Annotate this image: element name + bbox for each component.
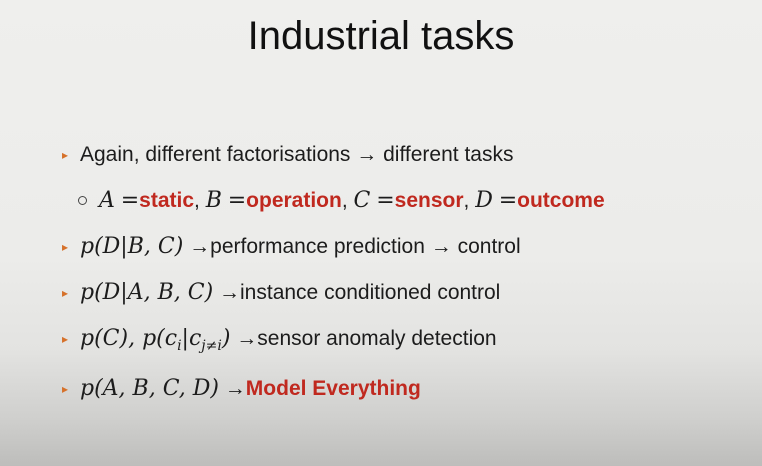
separator: , <box>194 189 200 212</box>
bullet-marker-icon: ▸ <box>62 286 69 300</box>
var-b: B <box>205 188 222 213</box>
label-outcome: outcome <box>517 189 605 212</box>
formula: p(D|A, B, C) <box>80 280 214 305</box>
var-a: A <box>99 188 115 213</box>
bullet-line-3-text: →performance prediction → control <box>189 235 521 258</box>
formula-part: |c <box>181 326 202 351</box>
equals-sign: = <box>376 188 395 213</box>
slide-title: Industrial tasks <box>247 14 515 58</box>
bullet-line-5: p(C), p(ci|cj≠i) →sensor anomaly detecti… <box>80 325 497 360</box>
separator: , <box>341 189 348 212</box>
bullet-line-1: Again, different factorisations → differ… <box>80 141 513 169</box>
bullet-line-5-text: →sensor anomaly detection <box>236 327 497 350</box>
label-operation: operation <box>246 189 342 212</box>
separator: , <box>463 189 470 212</box>
bullet-marker-icon: ▸ <box>62 240 69 254</box>
var-c: C <box>353 188 371 213</box>
formula: p(C), p(ci|cj≠i) <box>80 326 231 354</box>
bullet-marker-icon: ▸ <box>62 148 69 162</box>
equals-sign: = <box>120 188 140 213</box>
sub-bullet-line: A =static, B =operation, C =sensor, D =o… <box>99 187 605 215</box>
bullet-marker-icon: ▸ <box>62 382 69 396</box>
formula: p(A, B, C, D) <box>80 376 219 401</box>
model-everything-label: Model Everything <box>245 377 421 400</box>
formula: p(D|B, C) <box>80 234 184 259</box>
arrow: → <box>224 377 246 400</box>
equals-sign: = <box>227 188 247 213</box>
bullet-marker-icon: ▸ <box>62 332 69 346</box>
formula-part: ) <box>221 326 231 351</box>
bullet-line-6: p(A, B, C, D) →Model Everything <box>80 375 421 403</box>
bullet-line-4-text: →instance conditioned control <box>219 281 501 304</box>
label-static: static <box>139 189 195 212</box>
formula-part: p(C), p(c <box>80 326 178 351</box>
bullet-line-1-text: Again, different factorisations → differ… <box>80 143 514 166</box>
bullet-line-4: p(D|A, B, C) →instance conditioned contr… <box>80 279 500 307</box>
label-sensor: sensor <box>394 189 464 212</box>
subscript-j: j≠i <box>201 338 222 354</box>
var-d: D <box>475 188 493 213</box>
equals-sign: = <box>498 188 518 213</box>
bullet-line-3: p(D|B, C) →performance prediction → cont… <box>80 233 521 261</box>
sub-bullet-circle-icon <box>78 196 87 205</box>
